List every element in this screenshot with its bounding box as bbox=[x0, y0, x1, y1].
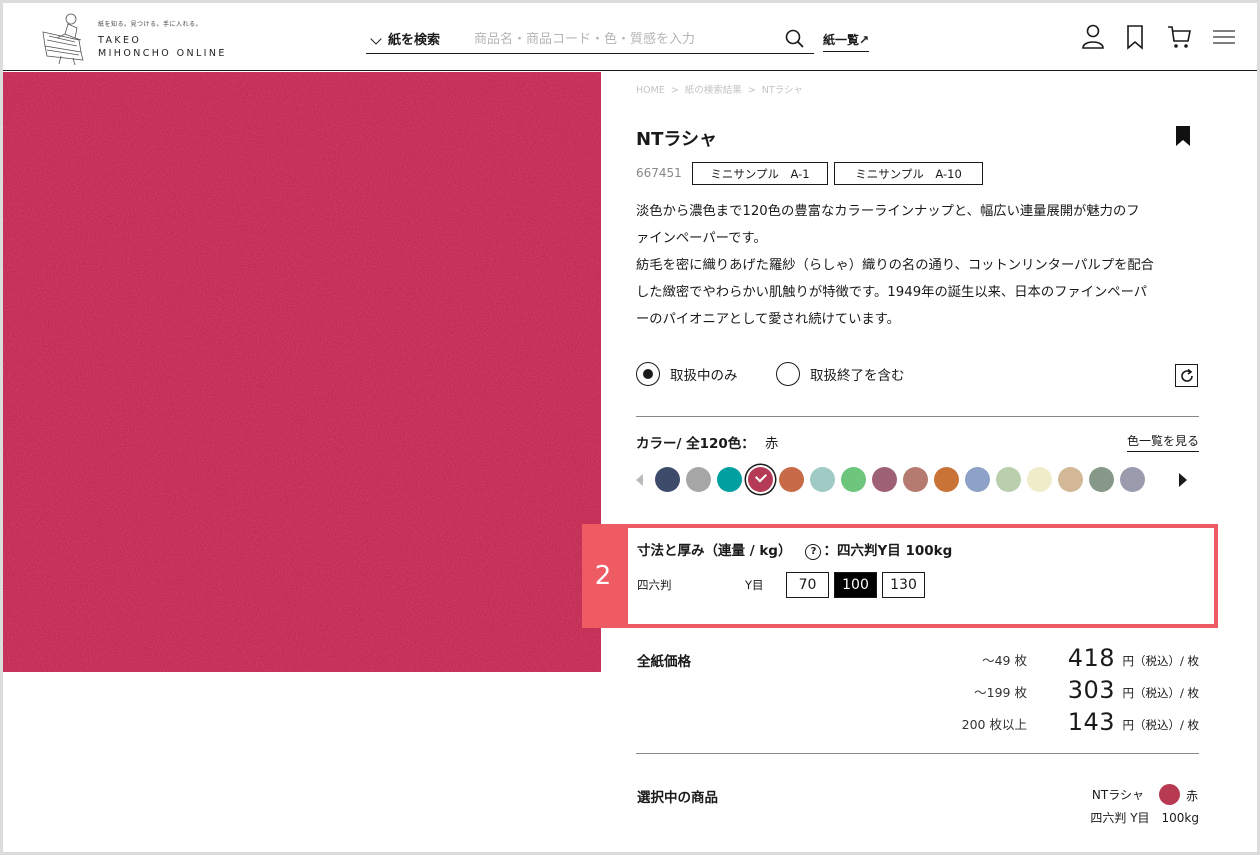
radio-unchecked-icon bbox=[776, 362, 800, 386]
bookmark-filled-icon[interactable] bbox=[1175, 126, 1191, 146]
description-line: した緻密でやわらかい肌触りが特徴です。1949年の誕生以来、日本のファインペーパ bbox=[636, 285, 1148, 300]
color-swatch[interactable] bbox=[779, 467, 804, 492]
price-unit: 円（税込）/ 枚 bbox=[1122, 654, 1199, 668]
divider bbox=[636, 416, 1199, 417]
price-qty: 200 枚以上 bbox=[961, 717, 1027, 732]
search-icon[interactable] bbox=[784, 28, 806, 50]
logo-tagline: 紙を知る。見つける。手に入れる。 bbox=[98, 21, 203, 28]
price-row: ～199 枚 303 円（税込）/ 枚 bbox=[900, 674, 1199, 704]
user-icon[interactable] bbox=[1079, 23, 1107, 51]
color-swatch[interactable] bbox=[810, 467, 835, 492]
logo-icon[interactable] bbox=[35, 10, 91, 66]
size-title-text: 寸法と厚み（連量 / kg） bbox=[637, 543, 792, 559]
color-swatch-carousel bbox=[636, 467, 1199, 493]
description-line: 紡毛を密に織りあげた羅紗（らしゃ）織りの名の通り、コットンリンターパルプを配合 bbox=[636, 258, 1154, 273]
color-swatch[interactable] bbox=[1058, 467, 1083, 492]
chevron-down-icon bbox=[370, 33, 382, 45]
product-title: NTラシャ bbox=[636, 129, 717, 150]
radio-label: 取扱中のみ bbox=[670, 368, 738, 384]
color-swatch[interactable] bbox=[1120, 467, 1145, 492]
breadcrumb: HOME > 紙の検索結果 > NTラシャ bbox=[636, 85, 804, 96]
help-icon[interactable]: ? bbox=[805, 544, 822, 560]
color-label: カラー/ 全120色： 赤 bbox=[636, 432, 778, 452]
mini-sample-a1-tag[interactable]: ミニサンプル A-1 bbox=[692, 162, 828, 185]
mini-sample-a10-tag[interactable]: ミニサンプル A-10 bbox=[834, 162, 983, 185]
radio-label: 取扱終了を含む bbox=[810, 368, 905, 384]
color-swatch[interactable] bbox=[1089, 467, 1114, 492]
color-swatch[interactable] bbox=[841, 467, 866, 492]
size-weight-title: 寸法と厚み（連量 / kg）? ：四六判Y目 100kg bbox=[637, 539, 952, 560]
paper-format-label: 四六判 bbox=[637, 578, 672, 592]
color-swatch[interactable] bbox=[903, 467, 928, 492]
price-row: ～49 枚 418 円（税込）/ 枚 bbox=[900, 642, 1199, 672]
color-swatch[interactable] bbox=[934, 467, 959, 492]
weight-option-100[interactable]: 100 bbox=[834, 572, 877, 598]
radio-include-discontinued[interactable]: 取扱終了を含む bbox=[776, 362, 905, 386]
search-dropdown-label: 紙を検索 bbox=[388, 33, 441, 48]
color-count-label: カラー/ 全120色： bbox=[636, 436, 755, 452]
selected-color-label: 赤 bbox=[1186, 789, 1199, 803]
carousel-next-icon[interactable] bbox=[1179, 473, 1187, 487]
search-bar: 紙を検索 bbox=[366, 26, 814, 54]
paper-list-link[interactable]: 紙一覧↗ bbox=[823, 31, 870, 52]
refresh-icon[interactable] bbox=[1175, 364, 1198, 387]
grain-label: Y目 bbox=[745, 578, 764, 592]
logo-text-takeo: TAKEO bbox=[98, 35, 142, 46]
selected-product-spec: 四六判 Y目 100kg bbox=[1090, 811, 1199, 825]
selected-color-swatch bbox=[1159, 784, 1180, 805]
bookmark-icon[interactable] bbox=[1121, 23, 1149, 51]
price-amount: 143 bbox=[1067, 708, 1115, 736]
color-swatch[interactable] bbox=[872, 467, 897, 492]
weight-option-130[interactable]: 130 bbox=[882, 572, 925, 598]
description-line: ーのパイオニアとして愛され続けています。 bbox=[636, 312, 900, 327]
color-swatch[interactable] bbox=[717, 467, 742, 492]
price-row: 200 枚以上 143 円（税込）/ 枚 bbox=[900, 706, 1199, 736]
divider bbox=[636, 753, 1199, 754]
price-amount: 418 bbox=[1067, 644, 1115, 672]
breadcrumb-current: NTラシャ bbox=[761, 85, 804, 96]
selected-product-title: 選択中の商品 bbox=[637, 790, 718, 806]
price-qty: ～49 枚 bbox=[982, 653, 1027, 668]
price-unit: 円（税込）/ 枚 bbox=[1122, 686, 1199, 700]
radio-checked-icon bbox=[636, 362, 660, 386]
breadcrumb-search-results[interactable]: 紙の検索結果 bbox=[685, 85, 742, 96]
color-swatch[interactable] bbox=[996, 467, 1021, 492]
breadcrumb-home[interactable]: HOME bbox=[636, 85, 665, 96]
product-code: 667451 bbox=[636, 166, 682, 180]
description-line: ァインペーパーです。 bbox=[636, 231, 767, 246]
color-swatch[interactable] bbox=[1027, 467, 1052, 492]
selected-color-name: 赤 bbox=[764, 436, 779, 452]
cart-icon[interactable] bbox=[1165, 23, 1193, 51]
product-description: 淡色から濃色まで120色の豊富なカラーラインナップと、幅広い連量展開が魅力のフ … bbox=[636, 198, 1201, 333]
color-swatch[interactable] bbox=[965, 467, 990, 492]
price-qty: ～199 枚 bbox=[974, 685, 1027, 700]
logo-text-mihoncho: MIHONCHO ONLINE bbox=[98, 48, 227, 59]
selected-product-name: NTラシャ bbox=[1091, 788, 1144, 802]
description-line: 淡色から濃色まで120色の豊富なカラーラインナップと、幅広い連量展開が魅力のフ bbox=[636, 204, 1140, 219]
price-amount: 303 bbox=[1067, 676, 1115, 704]
search-input[interactable] bbox=[474, 28, 774, 50]
current-size-text: ：四六判Y目 100kg bbox=[823, 543, 953, 559]
color-list-link[interactable]: 色一覧を見る bbox=[1126, 432, 1199, 452]
price-title: 全紙価格 bbox=[637, 654, 691, 670]
color-swatch[interactable] bbox=[686, 467, 711, 492]
menu-icon[interactable] bbox=[1210, 23, 1238, 51]
color-swatch[interactable] bbox=[748, 467, 773, 492]
weight-option-70[interactable]: 70 bbox=[786, 572, 829, 598]
radio-in-stock-only[interactable]: 取扱中のみ bbox=[636, 362, 738, 386]
color-swatch[interactable] bbox=[655, 467, 680, 492]
search-category-dropdown[interactable]: 紙を検索 bbox=[368, 29, 440, 48]
site-header: 紙を知る。見つける。手に入れる。 TAKEO MIHONCHO ONLINE 紙… bbox=[3, 3, 1257, 71]
carousel-prev-icon[interactable] bbox=[636, 474, 643, 486]
step-number-badge: 2 bbox=[582, 524, 624, 628]
price-unit: 円（税込）/ 枚 bbox=[1122, 718, 1199, 732]
product-image bbox=[3, 72, 601, 672]
